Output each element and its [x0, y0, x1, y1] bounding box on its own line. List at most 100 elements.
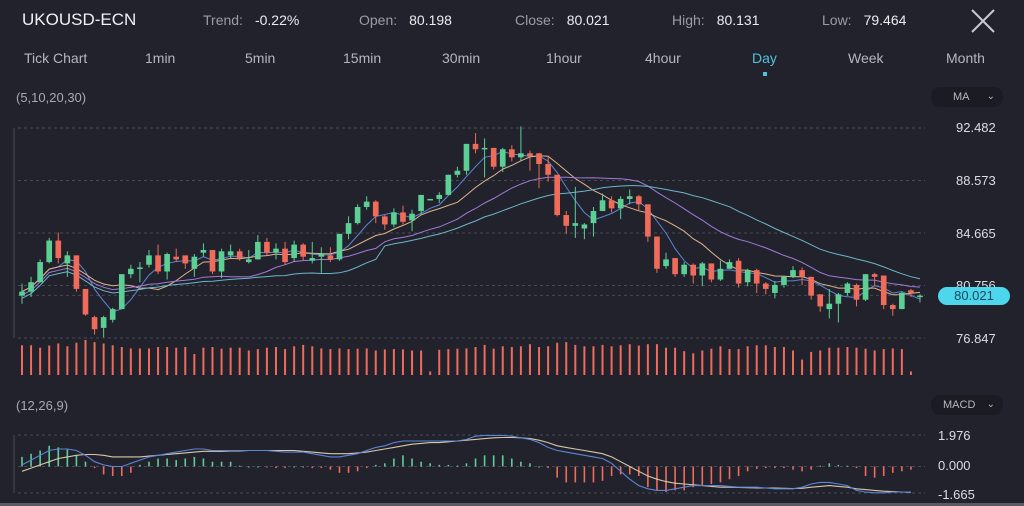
macd-hist-up [48, 445, 51, 467]
candle-up [336, 233, 343, 260]
candle-up [790, 270, 796, 277]
candle-up [590, 211, 597, 224]
volume-bar [692, 353, 695, 375]
volume-bar [401, 349, 404, 375]
volume-bar [374, 350, 377, 375]
macd-hist-down [565, 466, 568, 483]
candle-down [73, 255, 80, 289]
volume-bar [782, 347, 785, 375]
candle-up [717, 268, 724, 280]
candle-up [499, 149, 506, 167]
volume-bar [93, 342, 96, 375]
macd-hist-down [93, 466, 96, 469]
macd-hist-down [719, 466, 722, 483]
volume-bar [655, 344, 658, 375]
candle-down [91, 317, 98, 330]
volume-bar [311, 346, 314, 375]
candle-down [327, 255, 334, 260]
volume-bar [792, 350, 795, 375]
candle-up [463, 143, 470, 171]
macd-hist-down [737, 466, 740, 477]
candle-up [917, 295, 923, 298]
candle-down [509, 149, 515, 158]
candle-down [536, 153, 542, 165]
macd-hist-up [474, 458, 477, 467]
volume-bar [547, 346, 550, 375]
macd-hist-down [338, 466, 341, 473]
candle-down [871, 274, 878, 277]
macd-hist-up [202, 458, 205, 467]
volume-bar [147, 348, 150, 375]
candle-up [255, 241, 261, 260]
macd-hist-up [66, 448, 69, 467]
macd-hist-down [774, 466, 776, 469]
candle-down [545, 164, 551, 175]
volume-bar [274, 347, 277, 375]
macd-hist-up [393, 458, 395, 467]
macd-hist-up [492, 455, 495, 467]
macd-hist-down [882, 466, 885, 477]
candle-down [554, 174, 560, 216]
macd-hist-up [157, 458, 159, 467]
candle-down [880, 275, 887, 306]
candle-up [781, 276, 787, 285]
volume-bar [492, 348, 495, 375]
macd-hist-down [864, 466, 867, 477]
macd-hist-down [628, 466, 631, 475]
price-chart[interactable] [0, 0, 1024, 506]
candle-up [844, 283, 851, 293]
macd-hist-down [764, 466, 767, 469]
volume-bar [166, 347, 169, 375]
candle-down [490, 147, 497, 167]
volume-bar [619, 345, 622, 375]
candle-up [681, 264, 687, 275]
macd-hist-down [674, 466, 676, 491]
y-tick: 92.482 [956, 120, 996, 135]
volume-bar [773, 347, 776, 375]
volume-bar [474, 347, 477, 375]
candle-up [617, 198, 624, 209]
macd-hist-down [556, 466, 558, 478]
macd-hist-up [57, 447, 60, 467]
macd-hist-down [801, 466, 803, 472]
macd-hist-down [792, 466, 794, 470]
macd-hist-down [810, 466, 812, 470]
candle-down [236, 251, 243, 259]
macd-hist-down [347, 466, 350, 473]
macd-hist-up [257, 466, 259, 468]
macd-hist-up [293, 466, 295, 468]
volume-bar [583, 346, 586, 375]
macd-hist-down [901, 466, 903, 472]
candle-down [400, 212, 406, 222]
volume-bar [665, 347, 668, 375]
candle-down [753, 270, 760, 284]
macd-hist-down [120, 466, 123, 477]
candle-up [318, 254, 325, 257]
macd-hist-down [547, 466, 549, 469]
macd-hist-up [456, 465, 459, 467]
candle-down [563, 215, 570, 226]
candle-down [690, 264, 697, 276]
volume-bar [202, 347, 205, 375]
macd-hist-down [111, 466, 114, 477]
macd-hist-up [420, 461, 422, 467]
macd-hist-up [238, 465, 241, 467]
candle-up [699, 263, 706, 276]
candle-up [146, 255, 152, 265]
volume-bar [864, 348, 867, 375]
candle-down [853, 284, 860, 300]
macd-hist-down [365, 466, 368, 469]
macd-y-tick: 1.976 [938, 428, 971, 443]
candle-down [708, 263, 715, 280]
macd-hist-down [692, 466, 695, 488]
macd-hist-down [755, 466, 758, 469]
macd-hist-up [229, 461, 232, 467]
ma5-line [21, 150, 921, 313]
volume-bar [873, 350, 876, 375]
candle-up [391, 212, 397, 225]
volume-bar [111, 345, 114, 375]
candle-down [155, 255, 161, 272]
macd-hist-down [701, 466, 704, 486]
volume-bar [211, 347, 214, 375]
candle-down [889, 305, 896, 310]
